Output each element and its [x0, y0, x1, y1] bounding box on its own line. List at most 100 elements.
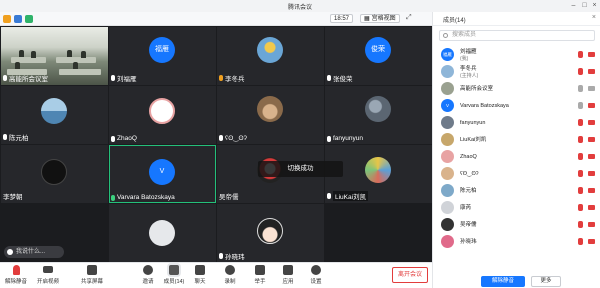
- member-status-icons: [578, 204, 595, 211]
- member-avatar: [441, 65, 454, 78]
- share-screen-button[interactable]: 共享屏幕: [76, 265, 108, 285]
- member-row[interactable]: fanyunyun: [433, 114, 600, 131]
- video-tile[interactable]: 李梦朝: [1, 145, 108, 203]
- camera-off-icon[interactable]: [588, 137, 595, 142]
- member-row[interactable]: ZhaoQ: [433, 148, 600, 165]
- member-row[interactable]: 康芮: [433, 199, 600, 216]
- members-panel-title: 成员(14): [443, 18, 466, 24]
- member-avatar: [441, 150, 454, 163]
- member-row[interactable]: 陈元柏: [433, 182, 600, 199]
- start-video-button[interactable]: 开启视频: [32, 265, 64, 285]
- member-avatar: [441, 184, 454, 197]
- mic-muted-icon[interactable]: [578, 153, 583, 160]
- meeting-info-icon[interactable]: [3, 15, 11, 23]
- unmute-all-button[interactable]: 解除静音: [481, 276, 525, 287]
- participant-name: 陈元柏: [9, 135, 29, 142]
- video-tile[interactable]: 高能所会议室: [1, 27, 108, 85]
- member-name: LiuKai刘凯: [460, 137, 487, 143]
- invite-label: 邀请: [142, 279, 154, 285]
- member-name-block: 高能所会议室: [460, 86, 493, 92]
- participant-name-tag: 孙晓玮: [219, 251, 245, 261]
- member-row[interactable]: ʕʘ‿ʘʔ: [433, 165, 600, 182]
- settings-button[interactable]: 设置: [300, 265, 332, 285]
- mic-muted-icon[interactable]: [578, 170, 583, 177]
- camera-off-icon[interactable]: [588, 205, 595, 210]
- fullscreen-icon[interactable]: ⤢: [406, 14, 412, 22]
- chat-label: 聊天: [194, 279, 206, 285]
- camera-on-icon[interactable]: [588, 86, 595, 91]
- participant-name-tag: 刘福雁: [111, 73, 137, 83]
- camera-off-icon[interactable]: [588, 103, 595, 108]
- participant-avatar: [41, 159, 67, 185]
- member-search-input[interactable]: 搜索成员: [439, 30, 595, 41]
- video-tile[interactable]: ʕʘ‿ʘʔ: [217, 86, 324, 144]
- member-status-icons: [578, 221, 595, 228]
- mic-muted-icon[interactable]: [578, 51, 583, 58]
- video-tile[interactable]: 李冬兵: [217, 27, 324, 85]
- chat-button[interactable]: 聊天: [184, 265, 216, 285]
- more-button[interactable]: 更多: [531, 276, 561, 287]
- participant-name: 李冬兵: [225, 76, 245, 83]
- member-avatar: V: [441, 99, 454, 112]
- mic-muted-icon[interactable]: [578, 119, 583, 126]
- record-icon: [225, 265, 235, 275]
- mic-muted-icon[interactable]: [578, 221, 583, 228]
- participant-name: 孙晓玮: [225, 254, 245, 261]
- camera-off-icon[interactable]: [588, 239, 595, 244]
- video-tile[interactable]: 陈元柏: [1, 86, 108, 144]
- mic-muted-icon[interactable]: [578, 68, 583, 75]
- video-tile[interactable]: 福雁 刘福雁: [109, 27, 216, 85]
- participant-avatar: [257, 218, 283, 244]
- member-status-icons: [578, 153, 595, 160]
- mic-muted-icon[interactable]: [578, 238, 583, 245]
- mic-muted-icon[interactable]: [578, 204, 583, 211]
- participant-name-tag: 李冬兵: [219, 73, 245, 83]
- record-button[interactable]: 录制: [214, 265, 246, 285]
- participant-avatar: 福雁: [149, 37, 175, 63]
- video-tile[interactable]: ZhaoQ: [109, 86, 216, 144]
- view-layout-button[interactable]: ▦ 宫格视图: [360, 14, 400, 23]
- mic-on-icon[interactable]: [578, 85, 583, 92]
- member-status-icons: [578, 238, 595, 245]
- member-row[interactable]: 福雁 刘福雁 (我): [433, 46, 600, 63]
- leave-meeting-button[interactable]: 离开会议: [392, 267, 428, 283]
- participant-name-tag: LiuKai刘凯: [327, 191, 369, 201]
- member-row[interactable]: 孙晓玮: [433, 233, 600, 250]
- member-row[interactable]: 李冬兵 (主持人): [433, 63, 600, 80]
- mic-muted-icon[interactable]: [578, 187, 583, 194]
- unmute-button[interactable]: 解除静音: [0, 265, 32, 285]
- member-row[interactable]: V Varvara Batozskaya: [433, 97, 600, 114]
- member-row[interactable]: 吴帝儒: [433, 216, 600, 233]
- participant-name-tag: ʕʘ‿ʘʔ: [219, 134, 247, 142]
- member-row[interactable]: LiuKai刘凯: [433, 131, 600, 148]
- video-tile-active-speaker[interactable]: V Varvara Batozskaya: [109, 145, 216, 203]
- participant-name: 高能所会议室: [9, 76, 48, 83]
- camera-off-icon[interactable]: [588, 69, 595, 74]
- camera-off-icon[interactable]: [588, 222, 595, 227]
- camera-off-icon[interactable]: [588, 120, 595, 125]
- member-name-block: ZhaoQ: [460, 154, 477, 160]
- member-row[interactable]: 高能所会议室: [433, 80, 600, 97]
- apps-label: 应用: [282, 279, 294, 285]
- video-grid: 高能所会议室 福雁 刘福雁 李冬兵 俊荣 张俊荣 陈元柏 ZhaoQ ʕʘ‿ʘʔ…: [0, 26, 432, 262]
- camera-off-icon[interactable]: [588, 188, 595, 193]
- camera-off-icon[interactable]: [588, 52, 595, 57]
- close-panel-icon[interactable]: ×: [592, 14, 596, 21]
- mic-on-icon[interactable]: [578, 102, 583, 109]
- video-tile[interactable]: [109, 204, 216, 262]
- camera-off-icon[interactable]: [588, 171, 595, 176]
- minimize-icon[interactable]: –: [569, 1, 578, 10]
- participant-avatar: 俊荣: [365, 37, 391, 63]
- video-tile[interactable]: 孙晓玮: [217, 204, 324, 262]
- switch-success-toast: 切换成功: [258, 161, 343, 177]
- video-tile[interactable]: fanyunyun: [325, 86, 432, 144]
- shield-icon[interactable]: [14, 15, 22, 23]
- maximize-icon[interactable]: □: [580, 1, 589, 10]
- close-icon[interactable]: ×: [590, 1, 599, 10]
- mic-muted-icon[interactable]: [578, 136, 583, 143]
- participant-name: ʕʘ‿ʘʔ: [225, 135, 247, 142]
- camera-off-icon[interactable]: [588, 154, 595, 159]
- chat-preview-bubble[interactable]: 我说什么...: [4, 246, 64, 258]
- share-screen-label: 共享屏幕: [80, 279, 103, 285]
- video-tile[interactable]: 俊荣 张俊荣: [325, 27, 432, 85]
